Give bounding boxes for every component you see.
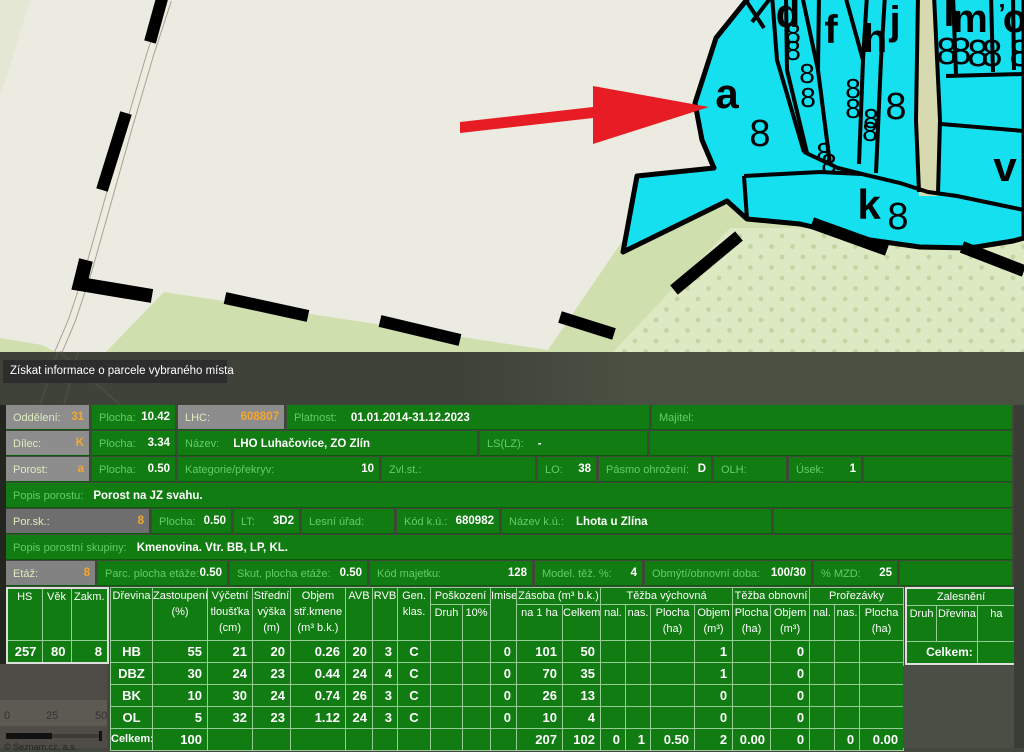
svg-text:8: 8 xyxy=(887,196,908,238)
svg-text:8: 8 xyxy=(845,93,861,124)
svg-text:8: 8 xyxy=(885,86,906,128)
svg-text:a: a xyxy=(715,70,739,117)
svg-text:8: 8 xyxy=(749,113,770,155)
svg-text:8: 8 xyxy=(821,148,837,179)
svg-text:8: 8 xyxy=(862,116,878,147)
svg-text:h: h xyxy=(863,17,887,61)
svg-text:’: ’ xyxy=(998,0,1005,28)
svg-text:8: 8 xyxy=(981,33,1002,75)
svg-text:f: f xyxy=(824,8,838,52)
svg-text:k: k xyxy=(857,181,881,228)
svg-text:8: 8 xyxy=(800,82,816,113)
svg-text:v: v xyxy=(993,143,1017,190)
svg-text:8: 8 xyxy=(1009,33,1024,75)
svg-text:j: j xyxy=(888,0,900,43)
